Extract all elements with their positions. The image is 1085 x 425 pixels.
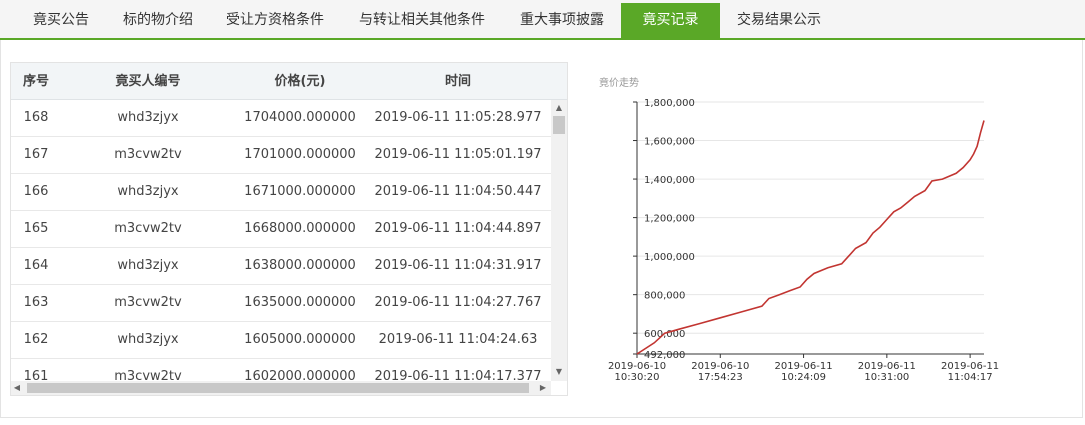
horizontal-scroll-thumb[interactable]	[27, 383, 529, 393]
scroll-up-icon[interactable]: ▲	[551, 103, 567, 113]
cell-price: 1701000.000000	[244, 147, 356, 162]
scroll-right-icon[interactable]: ▶	[537, 383, 549, 393]
tab-bid-records[interactable]: 竟买记录	[621, 3, 720, 40]
x-tick-time: 10:31:00	[864, 372, 909, 383]
cell-time: 2019-06-11 11:04:31.917	[374, 258, 542, 273]
vertical-scrollbar[interactable]: ▲ ▼	[551, 100, 567, 381]
cell-time: 2019-06-11 11:04:24.63	[378, 332, 538, 347]
cell-bidder: m3cvw2tv	[114, 369, 182, 381]
cell-price: 1638000.000000	[244, 258, 356, 273]
cell-price: 1605000.000000	[244, 332, 356, 347]
bid-trend-chart: 竟价走势 492,000 600,000 800,000 1,000,000 1,200,…	[590, 62, 1010, 392]
bid-records-table: 序号 竟买人编号 价格(元) 时间 168 whd3zjyx 1704000.000…	[10, 62, 568, 396]
y-tick-label: 1,600,000	[644, 137, 695, 148]
scroll-down-icon[interactable]: ▼	[551, 367, 567, 377]
table-row: 166 whd3zjyx 1671000.000000 2019-06-11 11:0…	[11, 174, 551, 211]
cell-bidder: m3cvw2tv	[114, 295, 182, 310]
cell-no: 167	[23, 147, 49, 162]
y-tick-label: 1,400,000	[644, 175, 695, 186]
header-time: 时间	[444, 74, 471, 89]
x-tick-date: 2019-06-11	[858, 361, 916, 372]
tab-subject-intro[interactable]: 标的物介绍	[107, 3, 209, 38]
table-row: 162 whd3zjyx 1605000.000000 2019-06-11 11:0…	[11, 322, 551, 359]
bid-trend-line	[636, 120, 985, 355]
y-tick-label: 800,000	[644, 291, 685, 302]
tab-transaction-result[interactable]: 交易结果公示	[720, 3, 838, 38]
cell-price: 1704000.000000	[244, 110, 356, 125]
x-tick-time: 11:04:17	[948, 372, 993, 383]
header-price: 价格(元)	[274, 74, 326, 89]
cell-time: 2019-06-11 11:04:17.377	[374, 369, 542, 381]
cell-no: 165	[23, 221, 49, 236]
header-bidder: 竟买人编号	[115, 74, 181, 89]
cell-no: 161	[23, 369, 49, 381]
chart-svg: 竟价走势 492,000 600,000 800,000 1,000,000 1,200,…	[599, 76, 999, 383]
cell-bidder: whd3zjyx	[117, 184, 179, 199]
x-tick-date: 2019-06-11	[774, 361, 832, 372]
tab-other-conditions[interactable]: 与转让相关其他条件	[341, 3, 503, 38]
cell-no: 166	[23, 184, 49, 199]
table-row: 161 m3cvw2tv 1602000.000000 2019-06-11 11:0…	[11, 359, 551, 381]
cell-time: 2019-06-11 11:04:50.447	[374, 184, 542, 199]
cell-time: 2019-06-11 11:04:44.897	[374, 221, 542, 236]
cell-price: 1671000.000000	[244, 184, 356, 199]
y-tick-label: 492,000	[644, 350, 685, 361]
cell-no: 163	[23, 295, 49, 310]
table-body: 168 whd3zjyx 1704000.000000 2019-06-11 11:0…	[11, 100, 551, 381]
x-tick-date: 2019-06-10	[691, 361, 749, 372]
cell-bidder: m3cvw2tv	[114, 147, 182, 162]
x-tick-date: 2019-06-11	[941, 361, 999, 372]
cell-no: 162	[23, 332, 49, 347]
cell-no: 164	[23, 258, 49, 273]
tab-bid-announcement[interactable]: 竟买公告	[15, 3, 107, 38]
cell-time: 2019-06-11 11:05:28.977	[374, 110, 542, 125]
x-tick-time: 17:54:23	[698, 372, 743, 383]
cell-bidder: whd3zjyx	[117, 110, 179, 125]
cell-time: 2019-06-11 11:05:01.197	[374, 147, 542, 162]
table-row: 164 whd3zjyx 1638000.000000 2019-06-11 11:0…	[11, 248, 551, 285]
x-tick-time: 10:24:09	[781, 372, 826, 383]
y-tick-label: 1,800,000	[644, 98, 695, 109]
cell-price: 1668000.000000	[244, 221, 356, 236]
chart-title: 竟价走势	[599, 76, 639, 89]
cell-bidder: whd3zjyx	[117, 332, 179, 347]
table-header: 序号 竟买人编号 价格(元) 时间	[11, 63, 567, 100]
table-row: 168 whd3zjyx 1704000.000000 2019-06-11 11:0…	[11, 100, 551, 137]
scroll-left-icon[interactable]: ◀	[11, 383, 23, 393]
y-tick-label: 1,200,000	[644, 214, 695, 225]
table-row: 163 m3cvw2tv 1635000.000000 2019-06-11 11:0…	[11, 285, 551, 322]
header-no: 序号	[22, 74, 49, 89]
y-tick-label: 600,000	[644, 329, 685, 340]
x-tick-time: 10:30:20	[615, 372, 660, 383]
cell-bidder: whd3zjyx	[117, 258, 179, 273]
scrollbar-corner	[551, 381, 567, 395]
tab-bar: 竟买公告 标的物介绍 受让方资格条件 与转让相关其他条件 重大事项披露 竟买记录…	[0, 0, 1085, 40]
tab-major-disclosure[interactable]: 重大事项披露	[503, 3, 621, 38]
table-row: 165 m3cvw2tv 1668000.000000 2019-06-11 11:0…	[11, 211, 551, 248]
horizontal-scrollbar[interactable]: ◀ ▶	[11, 381, 551, 395]
cell-no: 168	[23, 110, 49, 125]
vertical-scroll-thumb[interactable]	[553, 116, 565, 134]
cell-price: 1602000.000000	[244, 369, 356, 381]
cell-time: 2019-06-11 11:04:27.767	[374, 295, 542, 310]
table-row: 167 m3cvw2tv 1701000.000000 2019-06-11 11:0…	[11, 137, 551, 174]
y-tick-label: 1,000,000	[644, 252, 695, 263]
cell-bidder: m3cvw2tv	[114, 221, 182, 236]
cell-price: 1635000.000000	[244, 295, 356, 310]
x-tick-date: 2019-06-10	[608, 361, 666, 372]
tab-buyer-qualification[interactable]: 受让方资格条件	[209, 3, 341, 38]
